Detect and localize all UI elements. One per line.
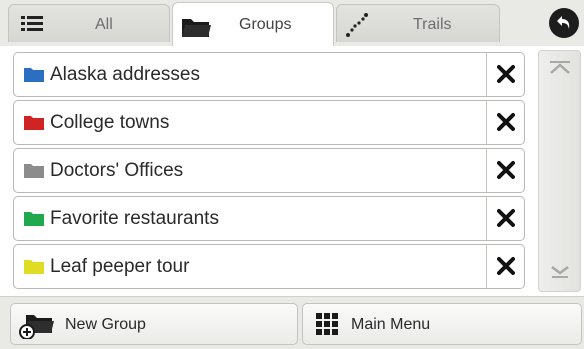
list-item[interactable]: Favorite restaurants: [13, 196, 525, 241]
new-folder-icon: [19, 313, 55, 344]
list-item[interactable]: College towns: [13, 100, 525, 145]
tab-bar: All Groups Trails: [0, 0, 584, 46]
bottom-bar: New Group Main Menu: [0, 296, 584, 349]
delete-button[interactable]: [486, 53, 525, 96]
trail-icon: [345, 12, 369, 43]
delete-button[interactable]: [486, 197, 525, 240]
main-menu-button[interactable]: Main Menu: [302, 303, 582, 345]
delete-button[interactable]: [486, 149, 525, 192]
folder-icon: [24, 259, 44, 279]
group-label: Doctors' Offices: [50, 160, 184, 181]
group-name[interactable]: Alaska addresses: [22, 53, 482, 96]
group-name[interactable]: College towns: [22, 101, 482, 144]
folder-icon: [24, 163, 44, 183]
tab-all-label: All: [95, 16, 113, 33]
delete-button[interactable]: [486, 245, 525, 288]
tab-trails-label: Trails: [413, 16, 452, 33]
group-label: Alaska addresses: [50, 64, 200, 85]
group-label: Leaf peeper tour: [50, 256, 190, 277]
list-item[interactable]: Alaska addresses: [13, 52, 525, 97]
list-item[interactable]: Doctors' Offices: [13, 148, 525, 193]
tab-groups[interactable]: Groups: [172, 2, 334, 46]
group-name[interactable]: Doctors' Offices: [22, 149, 482, 192]
grid-icon: [315, 312, 339, 341]
scroll-top-icon[interactable]: [549, 61, 571, 80]
new-group-label: New Group: [65, 316, 146, 333]
scrollbar[interactable]: [538, 50, 581, 292]
tab-trails[interactable]: Trails: [336, 4, 500, 42]
scroll-down-icon[interactable]: [549, 265, 571, 284]
new-group-button[interactable]: New Group: [10, 303, 298, 345]
group-list: Alaska addresses College towns Doctors' …: [0, 46, 584, 296]
list-icon: [21, 14, 43, 39]
group-name[interactable]: Leaf peeper tour: [22, 245, 482, 288]
folder-icon: [24, 67, 44, 87]
group-label: College towns: [50, 112, 170, 133]
tab-all[interactable]: All: [8, 4, 170, 42]
back-button[interactable]: [549, 8, 579, 38]
group-label: Favorite restaurants: [50, 208, 219, 229]
delete-button[interactable]: [486, 101, 525, 144]
main-menu-label: Main Menu: [351, 316, 431, 333]
folder-icon: [24, 211, 44, 231]
folder-icon: [24, 115, 44, 135]
folder-icon: [181, 16, 211, 43]
group-name[interactable]: Favorite restaurants: [22, 197, 482, 240]
tab-groups-label: Groups: [239, 16, 292, 33]
list-item[interactable]: Leaf peeper tour: [13, 244, 525, 289]
